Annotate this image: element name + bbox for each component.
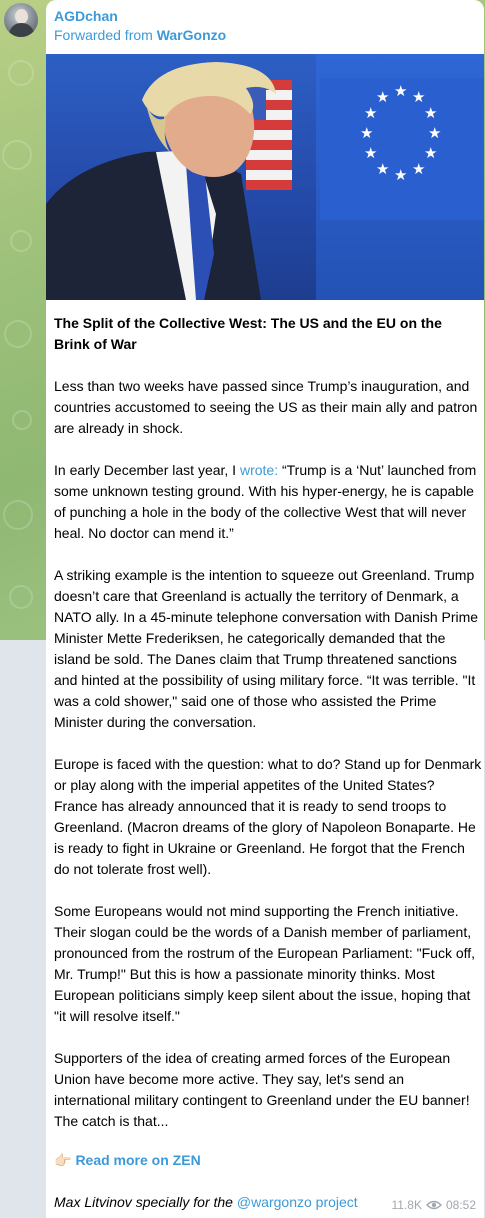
paragraph-4: Europe is faced with the question: what … xyxy=(54,756,482,877)
eu-star: ★ xyxy=(360,125,374,142)
person-silhouette xyxy=(46,62,276,300)
read-more-link[interactable]: 👉🏻 Read more on ZEN xyxy=(54,1152,201,1169)
eu-star: ★ xyxy=(424,145,438,162)
view-count: 11.8K xyxy=(391,1198,422,1212)
signature-text: Max Litvinov specially for the xyxy=(54,1194,237,1210)
paragraph-3: A striking example is the intention to s… xyxy=(54,567,479,730)
paragraph-1: Less than two weeks have passed since Tr… xyxy=(54,378,478,436)
post-photo[interactable]: ★ ★ ★ ★ ★ ★ ★ ★ ★ ★ ★ ★ xyxy=(46,54,484,300)
forwarded-header[interactable]: Forwarded from WarGonzo xyxy=(54,27,226,43)
post-title: The Split of the Collective West: The US… xyxy=(54,315,442,352)
channel-avatar[interactable] xyxy=(4,3,38,37)
eu-star: ★ xyxy=(412,161,426,178)
avatar-face xyxy=(15,9,28,24)
eu-star: ★ xyxy=(364,145,378,162)
paragraph-5: Some Europeans would not mind supporting… xyxy=(54,903,476,1024)
eu-star: ★ xyxy=(364,105,378,122)
eu-star: ★ xyxy=(412,89,426,106)
avatar-body xyxy=(9,23,34,37)
eu-star: ★ xyxy=(424,105,438,122)
forwarded-prefix: Forwarded from xyxy=(54,27,157,43)
eu-star: ★ xyxy=(376,161,390,178)
eu-star: ★ xyxy=(394,83,408,100)
eu-star: ★ xyxy=(394,167,408,184)
message-meta: 11.8K 08:52 xyxy=(392,1198,477,1212)
forwarded-source[interactable]: WarGonzo xyxy=(157,27,226,43)
pointing-hand-icon: 👉🏻 xyxy=(54,1152,72,1168)
eu-star: ★ xyxy=(376,89,390,106)
eu-flag: ★ ★ ★ ★ ★ ★ ★ ★ ★ ★ ★ ★ xyxy=(320,78,484,220)
paragraph-2: In early December last year, I wrote: “T… xyxy=(54,460,482,544)
signature: Max Litvinov specially for the @wargonzo… xyxy=(54,1194,358,1210)
wrote-link[interactable]: wrote: xyxy=(240,462,278,478)
wargonzo-project-link[interactable]: @wargonzo project xyxy=(237,1194,358,1210)
message-bubble: AGDchan Forwarded from WarGonzo ★ ★ ★ ★ … xyxy=(46,0,484,1218)
eye-icon xyxy=(425,1200,442,1210)
eu-star: ★ xyxy=(428,125,442,142)
paragraph-2-lead: In early December last year, I xyxy=(54,462,240,478)
sender-name[interactable]: AGDchan xyxy=(54,8,118,24)
read-more-label: Read more on ZEN xyxy=(75,1152,201,1168)
message-time: 08:52 xyxy=(445,1198,476,1212)
paragraph-6: Supporters of the idea of creating armed… xyxy=(54,1050,470,1129)
